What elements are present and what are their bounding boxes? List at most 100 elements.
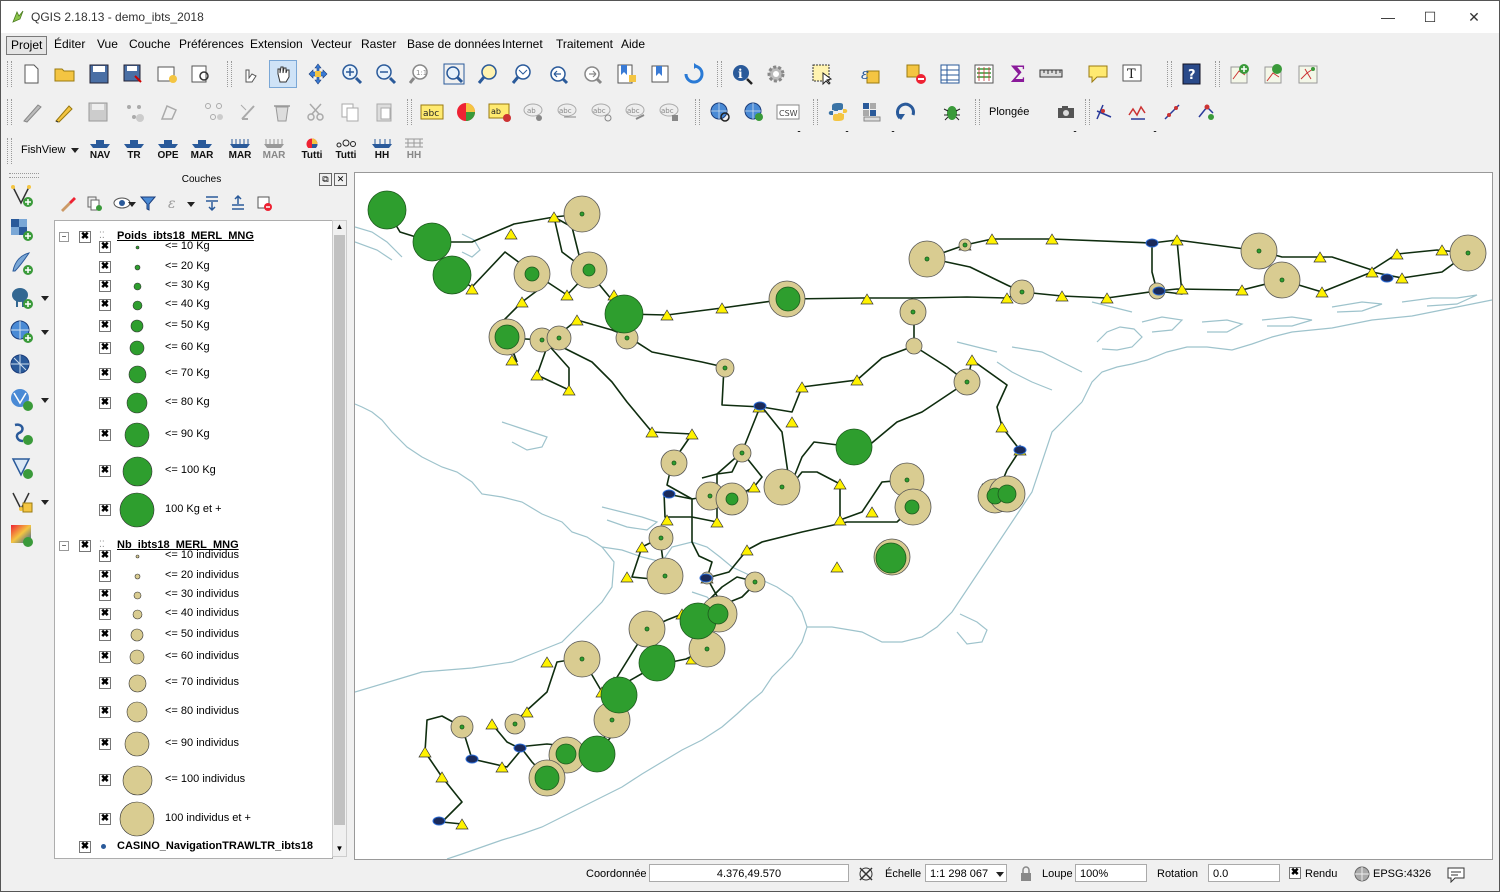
- new-print-composer-icon[interactable]: [154, 61, 180, 87]
- class-visibility-checkbox[interactable]: ✖: [99, 706, 111, 718]
- scroll-thumb[interactable]: [334, 235, 345, 825]
- class-visibility-checkbox[interactable]: ✖: [99, 608, 111, 620]
- new-project-icon[interactable]: [18, 61, 44, 87]
- crs-globe-icon[interactable]: [1349, 861, 1375, 887]
- class-visibility-checkbox[interactable]: ✖: [99, 429, 111, 441]
- menu-aide[interactable]: Aide: [617, 36, 649, 53]
- toolbar-grip[interactable]: [407, 99, 412, 125]
- class-visibility-checkbox[interactable]: ✖: [99, 342, 111, 354]
- mar-3-button[interactable]: MAR: [259, 138, 289, 166]
- georeferencer-icon[interactable]: [1261, 61, 1287, 87]
- close-button[interactable]: ✕: [1459, 7, 1489, 27]
- touch-zoom-icon[interactable]: [237, 61, 263, 87]
- class-visibility-checkbox[interactable]: ✖: [99, 589, 111, 601]
- profile-tool-icon[interactable]: [1091, 99, 1117, 125]
- messages-icon[interactable]: [1443, 861, 1469, 887]
- node-tool-icon[interactable]: [201, 99, 227, 125]
- add-virtual-layer-icon[interactable]: [9, 455, 35, 481]
- layer-visibility-checkbox[interactable]: ✖: [79, 540, 91, 552]
- scale-combo[interactable]: 1:1 298 067: [925, 864, 1007, 882]
- menu-projet[interactable]: Projet: [6, 36, 48, 55]
- save-as-icon[interactable]: [120, 61, 146, 87]
- refresh-icon[interactable]: [681, 61, 707, 87]
- python-console-icon[interactable]: [825, 99, 851, 125]
- class-visibility-checkbox[interactable]: ✖: [99, 774, 111, 786]
- magnifier-spinbox[interactable]: 100%: [1075, 864, 1147, 882]
- menu-couche[interactable]: Couche: [125, 36, 174, 53]
- gps-tools-icon[interactable]: [1295, 61, 1321, 87]
- statistical-summary-icon[interactable]: Σ: [1005, 61, 1031, 87]
- toolbar-grip[interactable]: [9, 173, 39, 178]
- class-visibility-checkbox[interactable]: ✖: [99, 504, 111, 516]
- composer-manager-icon[interactable]: [188, 61, 214, 87]
- scale-dropdown-arrow[interactable]: [996, 872, 1004, 877]
- layer-style-icon[interactable]: [453, 99, 479, 125]
- toolbar-grip[interactable]: [975, 99, 980, 125]
- metasearch-add-icon[interactable]: [741, 99, 767, 125]
- paste-features-icon[interactable]: [371, 99, 397, 125]
- coordinate-field[interactable]: 4.376,49.570: [649, 864, 849, 882]
- csw-icon[interactable]: CSW: [775, 99, 801, 125]
- zoom-full-icon[interactable]: [441, 61, 467, 87]
- class-visibility-checkbox[interactable]: ✖: [99, 261, 111, 273]
- tr-button[interactable]: TR: [119, 138, 149, 166]
- wfs-dropdown-arrow[interactable]: [41, 398, 49, 403]
- help-contents-icon[interactable]: ?: [1179, 61, 1205, 87]
- close-panel-button[interactable]: ✕: [334, 173, 347, 186]
- add-wms-layer-icon[interactable]: [9, 319, 35, 345]
- show-hide-labels-icon[interactable]: ab: [521, 99, 547, 125]
- nav-button[interactable]: NAV: [85, 138, 115, 166]
- class-visibility-checkbox[interactable]: ✖: [99, 280, 111, 292]
- map-svg[interactable]: [355, 173, 1492, 859]
- move-feature-icon[interactable]: [157, 99, 183, 125]
- expand-collapse-toggle[interactable]: −: [59, 541, 69, 551]
- menu-vue[interactable]: Vue: [93, 36, 122, 53]
- zoom-last-icon[interactable]: [545, 61, 571, 87]
- collapse-all-icon[interactable]: [227, 192, 249, 214]
- mar-2-button[interactable]: MAR: [225, 138, 255, 166]
- identify-features-icon[interactable]: i: [729, 61, 755, 87]
- minimize-button[interactable]: —: [1373, 7, 1403, 27]
- zoom-native-resolution-icon[interactable]: 1:1: [407, 61, 433, 87]
- toolbar-grip[interactable]: [227, 61, 232, 87]
- copy-features-icon[interactable]: [337, 99, 363, 125]
- layer-visibility-checkbox[interactable]: ✖: [79, 841, 91, 853]
- new-shapefile-layer-icon[interactable]: [9, 489, 35, 515]
- menu-preferences[interactable]: Préférences: [175, 36, 248, 53]
- zoom-mode-combo[interactable]: Plongée: [989, 106, 1029, 118]
- toolbar-grip[interactable]: [7, 138, 12, 164]
- zoom-next-icon[interactable]: [579, 61, 605, 87]
- menu-vecteur[interactable]: Vecteur: [307, 36, 356, 53]
- add-group-icon[interactable]: [83, 192, 105, 214]
- camera-icon[interactable]: [1053, 99, 1079, 125]
- expand-collapse-toggle[interactable]: −: [59, 232, 69, 242]
- undo-icon[interactable]: [893, 99, 919, 125]
- filter-by-expression-icon[interactable]: ε: [163, 192, 185, 214]
- class-visibility-checkbox[interactable]: ✖: [99, 320, 111, 332]
- toolbar-grip[interactable]: [813, 99, 818, 125]
- toolbar-grip[interactable]: [717, 61, 722, 87]
- class-visibility-checkbox[interactable]: ✖: [99, 550, 111, 562]
- mar-button[interactable]: MAR: [187, 138, 217, 166]
- tutti-2-button[interactable]: Tutti: [331, 138, 361, 166]
- snap-tool-icon[interactable]: [1159, 99, 1185, 125]
- add-vector-layer-icon[interactable]: [9, 183, 35, 209]
- cut-features-icon[interactable]: [303, 99, 329, 125]
- zoom-in-icon[interactable]: [339, 61, 365, 87]
- add-feature-geo-icon[interactable]: [1227, 61, 1253, 87]
- delete-selected-icon[interactable]: [269, 99, 295, 125]
- attribute-table-icon[interactable]: [937, 61, 963, 87]
- menu-raster[interactable]: Raster: [357, 36, 400, 53]
- remove-layer-icon[interactable]: [253, 192, 275, 214]
- map-tips-icon[interactable]: [1085, 61, 1111, 87]
- zoom-to-layer-icon[interactable]: [509, 61, 535, 87]
- pin-labels-icon[interactable]: ab: [487, 99, 513, 125]
- select-by-expression-icon[interactable]: ε: [857, 61, 883, 87]
- current-edits-icon[interactable]: [18, 99, 44, 125]
- class-visibility-checkbox[interactable]: ✖: [99, 465, 111, 477]
- toolbar-grip[interactable]: [695, 99, 700, 125]
- add-raster-layer-icon[interactable]: [9, 217, 35, 243]
- layer-visibility-checkbox[interactable]: ✖: [79, 231, 91, 243]
- menu-editer[interactable]: Éditer: [50, 36, 89, 53]
- class-visibility-checkbox[interactable]: ✖: [99, 397, 111, 409]
